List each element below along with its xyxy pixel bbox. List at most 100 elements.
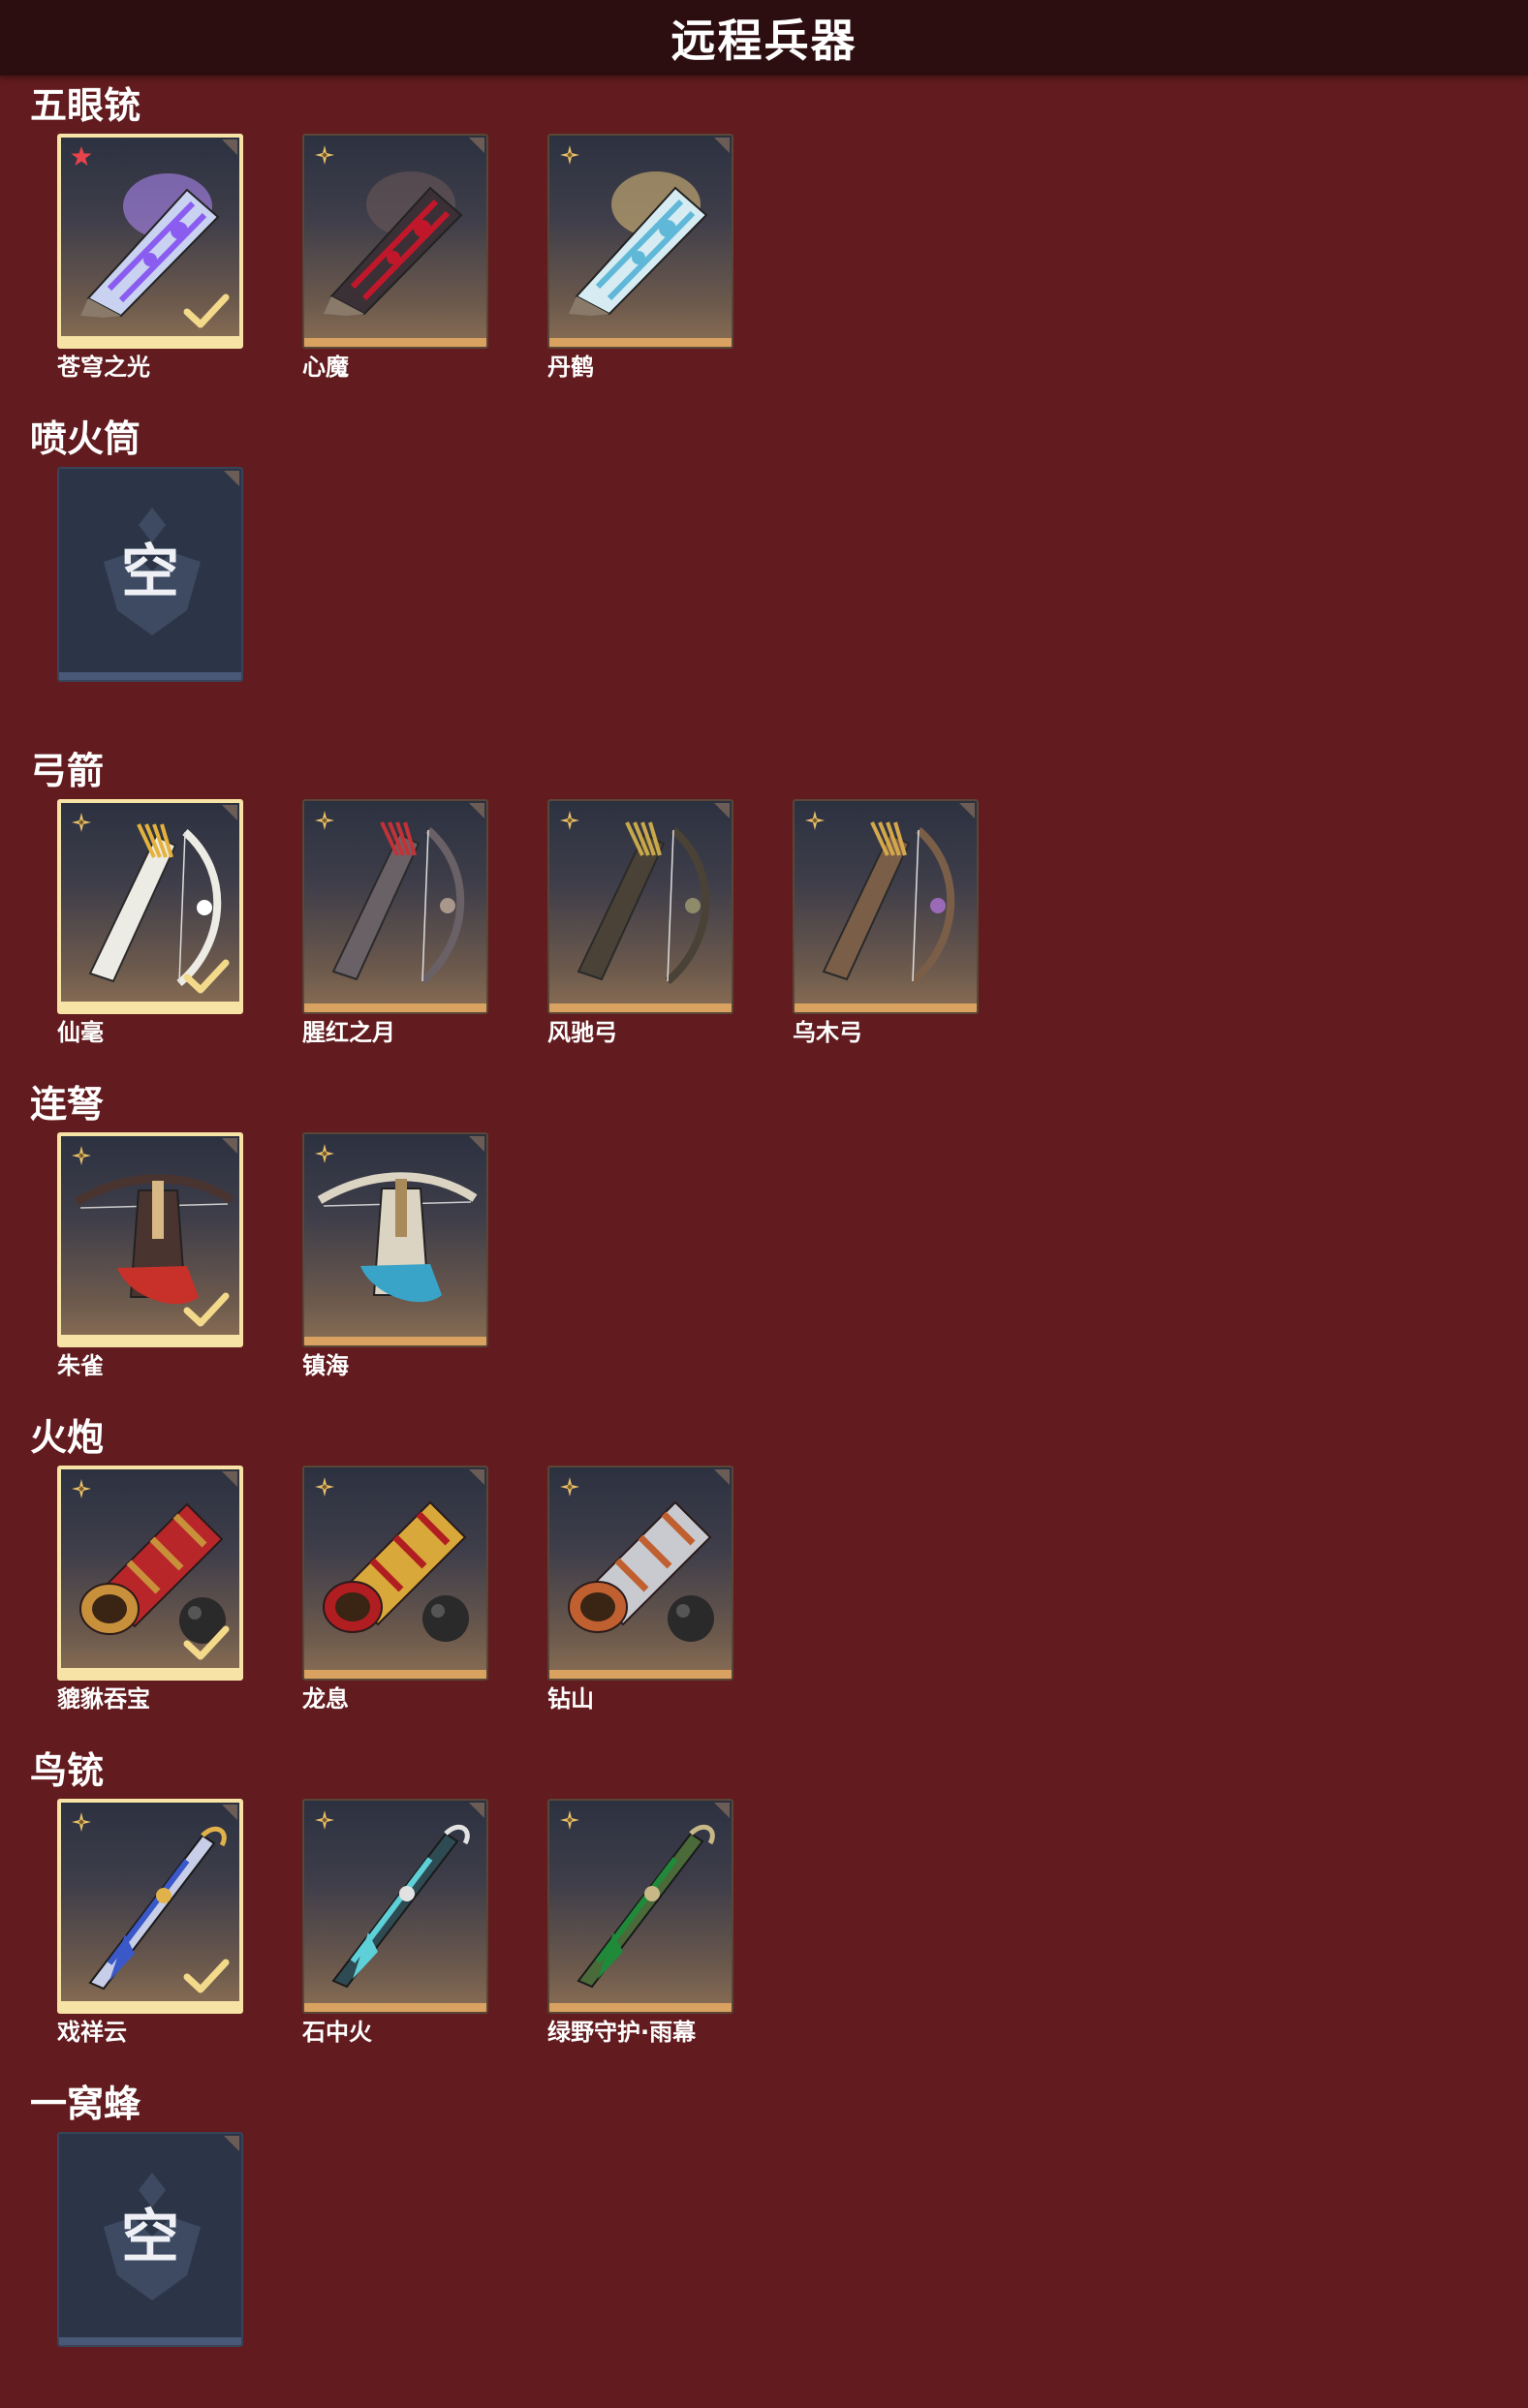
card-bottom-bar [61,1002,239,1010]
golden-dragon-cannon-icon [323,1500,469,1642]
red-moon-bow-icon [331,821,465,985]
weapon-card[interactable]: 钻山 [547,1466,733,1713]
weapon-card-frame [57,799,243,1014]
weapon-card-frame: 空 [57,467,243,682]
rarity-diamond-icon [560,811,579,830]
empty-slot-label: 空 [121,2204,179,2271]
weapon-card[interactable]: 石中火 [302,1799,488,2046]
weapon-name-label: 心魔 [302,354,349,381]
weapon-card[interactable]: 腥红之月 [302,799,488,1046]
card-bottom-bar [59,672,241,680]
rarity-diamond-icon [560,1810,579,1830]
weapon-card[interactable]: 绿野守护·雨幕 [547,1799,733,2046]
card-bottom-bar [549,1003,732,1012]
rarity-star-icon [71,146,92,166]
weapon-card-frame [302,1132,488,1347]
card-bottom-bar [549,338,732,347]
weapon-card-frame [547,134,733,349]
section-title: 火炮 [30,1416,105,1459]
rarity-diamond-icon [72,1146,91,1165]
weapon-card[interactable]: 镇海 [302,1132,488,1379]
weapon-card-frame [57,1466,243,1681]
corner-tag-icon [469,1469,484,1485]
corner-tag-icon [222,1805,237,1820]
crane-cannon-icon [569,171,708,316]
equipped-check-icon [183,1292,230,1327]
section-title: 弓箭 [30,750,105,792]
rarity-diamond-icon [72,1812,91,1832]
corner-tag-icon [714,1803,730,1818]
weapon-card-frame [302,134,488,349]
ebony-bow-icon [822,821,955,985]
equipped-check-icon [183,293,230,328]
weapon-name-label: 仙毫 [57,1019,104,1046]
rarity-diamond-icon [72,1479,91,1498]
weapon-card[interactable]: 朱雀 [57,1132,243,1379]
card-bottom-bar [304,1003,486,1012]
corner-tag-icon [222,1138,237,1154]
rarity-diamond-icon [560,1477,579,1497]
corner-tag-icon [714,1469,730,1485]
weapon-card-frame [302,1799,488,2014]
weapon-card[interactable]: 仙毫 [57,799,243,1046]
weapon-card[interactable]: 貔貅吞宝 [57,1466,243,1713]
weapon-card-frame [547,1466,733,1681]
weapon-card-frame [547,799,733,1014]
corner-tag-icon [222,805,237,820]
rarity-diamond-icon [315,811,334,830]
rarity-diamond-icon [805,811,825,830]
corner-tag-icon [469,1803,484,1818]
weapon-card[interactable]: 乌木弓 [793,799,979,1046]
corner-tag-icon [222,139,237,155]
weapon-name-label: 苍穹之光 [57,354,150,381]
wind-bow-icon [577,821,710,985]
weapon-card-frame [57,134,243,349]
empty-weapon-slot[interactable]: 空 [57,467,243,685]
corner-tag-icon [469,803,484,818]
weapon-name-label: 石中火 [302,2019,372,2046]
corner-tag-icon [959,803,975,818]
card-bottom-bar [304,2003,486,2012]
card-bottom-bar [304,1337,486,1345]
weapon-card-frame: 空 [57,2132,243,2347]
weapon-name-label: 朱雀 [57,1352,104,1379]
card-bottom-bar [795,1003,977,1012]
weapon-name-label: 镇海 [302,1352,349,1379]
empty-slot-label: 空 [121,539,179,606]
section-title: 一窝蜂 [30,2083,141,2125]
weapon-name-label: 腥红之月 [302,1019,395,1046]
weapon-section: 鸟铳 戏祥云 石中火 绿野守护·雨幕 [0,1748,1528,2068]
empty-weapon-slot[interactable]: 空 [57,2132,243,2350]
corner-tag-icon [714,138,730,153]
weapon-name-label: 丹鹤 [547,354,594,381]
weapon-card-frame [302,1466,488,1681]
weapon-card-frame [57,1799,243,2014]
weapon-section: 一窝蜂空 [0,2082,1528,2401]
weapon-card[interactable]: 风驰弓 [547,799,733,1046]
weapon-card[interactable]: 丹鹤 [547,134,733,381]
card-bottom-bar [549,1670,732,1679]
weapon-name-label: 风驰弓 [547,1019,617,1046]
card-bottom-bar [549,2003,732,2012]
card-bottom-bar [61,1668,239,1677]
equipped-check-icon [183,1625,230,1660]
weapon-card-frame [57,1132,243,1347]
weapon-card-frame [793,799,979,1014]
weapon-card[interactable]: 苍穹之光 [57,134,243,381]
card-bottom-bar [61,1335,239,1343]
weapon-list: 五眼铳 苍穹之光 心魔 丹鹤 喷火筒空弓箭 仙毫 腥红之月 风驰弓 乌木弓 连弩 朱雀 镇海 火炮 貔貅吞… [0,0,1528,2408]
weapon-section: 火炮貔貅吞宝 龙息 钻山 [0,1415,1528,1735]
corner-tag-icon [222,1471,237,1487]
weapon-card[interactable]: 龙息 [302,1466,488,1713]
rarity-diamond-icon [315,1477,334,1497]
corner-tag-icon [224,2136,239,2151]
weapon-card-frame [547,1799,733,2014]
weapon-section: 弓箭仙毫 腥红之月 风驰弓 乌木弓 [0,749,1528,1068]
weapon-card[interactable]: 心魔 [302,134,488,381]
corner-tag-icon [469,138,484,153]
weapon-card[interactable]: 戏祥云 [57,1799,243,2046]
section-title: 五眼铳 [30,84,141,127]
corner-tag-icon [224,471,239,486]
card-bottom-bar [61,336,239,345]
card-bottom-bar [59,2337,241,2345]
